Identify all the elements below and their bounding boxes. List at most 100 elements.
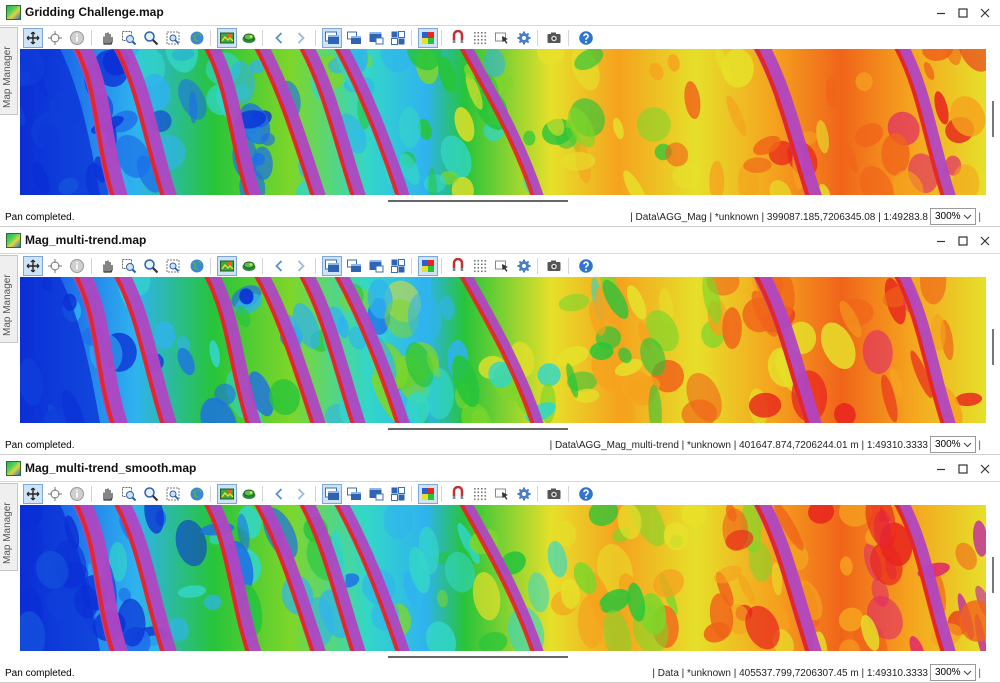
settings-gear-icon[interactable] [514, 484, 534, 504]
dot-grid-icon[interactable] [470, 484, 490, 504]
cursor-pointer-icon[interactable] [492, 484, 512, 504]
window-layout-2-icon[interactable] [344, 484, 364, 504]
window-layout-1-icon[interactable] [322, 484, 342, 504]
window-layout-3-icon[interactable] [366, 484, 386, 504]
map-overlay-icon[interactable] [239, 28, 259, 48]
forward-arrow-icon[interactable] [291, 28, 311, 48]
map-manager-tab[interactable]: Map Manager [0, 255, 18, 343]
globe-icon[interactable] [187, 256, 207, 276]
globe-icon[interactable] [187, 28, 207, 48]
pan-hand-icon[interactable] [97, 28, 117, 48]
close-icon[interactable] [974, 3, 996, 23]
close-icon[interactable] [974, 231, 996, 251]
info-icon[interactable] [67, 484, 87, 504]
minimize-icon[interactable] [930, 459, 952, 479]
zoom-region-icon[interactable] [119, 28, 139, 48]
map-overlay-icon[interactable] [239, 484, 259, 504]
magnet-grid-icon[interactable] [448, 28, 468, 48]
zoom-level-select[interactable]: 300% [930, 436, 976, 453]
help-icon[interactable] [576, 484, 596, 504]
forward-arrow-icon[interactable] [291, 256, 311, 276]
window-layout-2-icon[interactable] [344, 28, 364, 48]
cursor-pointer-icon[interactable] [492, 28, 512, 48]
magnetic-grid-map[interactable] [20, 49, 986, 195]
minimize-icon[interactable] [930, 3, 952, 23]
pan-hand-icon[interactable] [97, 484, 117, 504]
horizontal-scrollbar[interactable] [388, 200, 568, 202]
map-manager-tab[interactable]: Map Manager [0, 483, 18, 571]
crosshair-icon[interactable] [45, 484, 65, 504]
select-tool-icon[interactable] [23, 28, 43, 48]
map-manager-tab[interactable]: Map Manager [0, 27, 18, 115]
back-arrow-icon[interactable] [269, 484, 289, 504]
close-icon[interactable] [974, 459, 996, 479]
zoom-level-select[interactable]: 300% [930, 208, 976, 225]
crosshair-icon[interactable] [45, 256, 65, 276]
zoom-extent-icon[interactable] [163, 256, 183, 276]
window-layout-4-icon[interactable] [388, 484, 408, 504]
map-layer-icon[interactable] [217, 28, 237, 48]
magnetic-grid-map[interactable] [20, 277, 986, 423]
settings-gear-icon[interactable] [514, 28, 534, 48]
back-arrow-icon[interactable] [269, 256, 289, 276]
zoom-magnifier-icon[interactable] [141, 484, 161, 504]
select-tool-icon[interactable] [23, 484, 43, 504]
toolbar-separator [537, 486, 538, 502]
zoom-magnifier-icon[interactable] [141, 256, 161, 276]
help-icon[interactable] [576, 28, 596, 48]
map-layer-icon[interactable] [217, 256, 237, 276]
window-layout-1-icon[interactable] [322, 256, 342, 276]
forward-arrow-icon[interactable] [291, 484, 311, 504]
help-icon[interactable] [576, 256, 596, 276]
maximize-icon[interactable] [952, 231, 974, 251]
vertical-scroll-thumb[interactable] [992, 557, 994, 593]
zoom-magnifier-icon[interactable] [141, 28, 161, 48]
zoom-region-icon[interactable] [119, 484, 139, 504]
window-layout-3-icon[interactable] [366, 256, 386, 276]
magnet-grid-icon[interactable] [448, 256, 468, 276]
title-bar[interactable]: Mag_multi-trend.map [0, 228, 1000, 254]
magnet-grid-icon[interactable] [448, 484, 468, 504]
color-bar-icon[interactable] [418, 484, 438, 504]
select-tool-icon[interactable] [23, 256, 43, 276]
map-layer-icon[interactable] [217, 484, 237, 504]
back-arrow-icon[interactable] [269, 28, 289, 48]
horizontal-scrollbar[interactable] [388, 656, 568, 658]
pan-hand-icon[interactable] [97, 256, 117, 276]
window-layout-3-icon[interactable] [366, 28, 386, 48]
map-overlay-icon[interactable] [239, 256, 259, 276]
color-bar-icon[interactable] [418, 256, 438, 276]
maximize-icon[interactable] [952, 459, 974, 479]
zoom-level-select[interactable]: 300% [930, 664, 976, 681]
window-layout-2-icon[interactable] [344, 256, 364, 276]
window-layout-4-icon[interactable] [388, 256, 408, 276]
dot-grid-icon[interactable] [470, 28, 490, 48]
color-bar-icon[interactable] [418, 28, 438, 48]
settings-gear-icon[interactable] [514, 256, 534, 276]
magnetic-grid-map[interactable] [20, 505, 986, 651]
horizontal-scrollbar[interactable] [388, 428, 568, 430]
title-bar[interactable]: Mag_multi-trend_smooth.map [0, 456, 1000, 482]
vertical-scrollbar[interactable] [988, 49, 998, 195]
camera-snapshot-icon[interactable] [544, 484, 564, 504]
vertical-scroll-thumb[interactable] [992, 329, 994, 365]
dot-grid-icon[interactable] [470, 256, 490, 276]
maximize-icon[interactable] [952, 3, 974, 23]
globe-icon[interactable] [187, 484, 207, 504]
crosshair-icon[interactable] [45, 28, 65, 48]
minimize-icon[interactable] [930, 231, 952, 251]
vertical-scrollbar[interactable] [988, 277, 998, 423]
camera-snapshot-icon[interactable] [544, 256, 564, 276]
vertical-scrollbar[interactable] [988, 505, 998, 651]
info-icon[interactable] [67, 28, 87, 48]
zoom-extent-icon[interactable] [163, 484, 183, 504]
window-layout-4-icon[interactable] [388, 28, 408, 48]
zoom-region-icon[interactable] [119, 256, 139, 276]
cursor-pointer-icon[interactable] [492, 256, 512, 276]
window-layout-1-icon[interactable] [322, 28, 342, 48]
vertical-scroll-thumb[interactable] [992, 101, 994, 137]
camera-snapshot-icon[interactable] [544, 28, 564, 48]
info-icon[interactable] [67, 256, 87, 276]
zoom-extent-icon[interactable] [163, 28, 183, 48]
title-bar[interactable]: Gridding Challenge.map [0, 0, 1000, 26]
